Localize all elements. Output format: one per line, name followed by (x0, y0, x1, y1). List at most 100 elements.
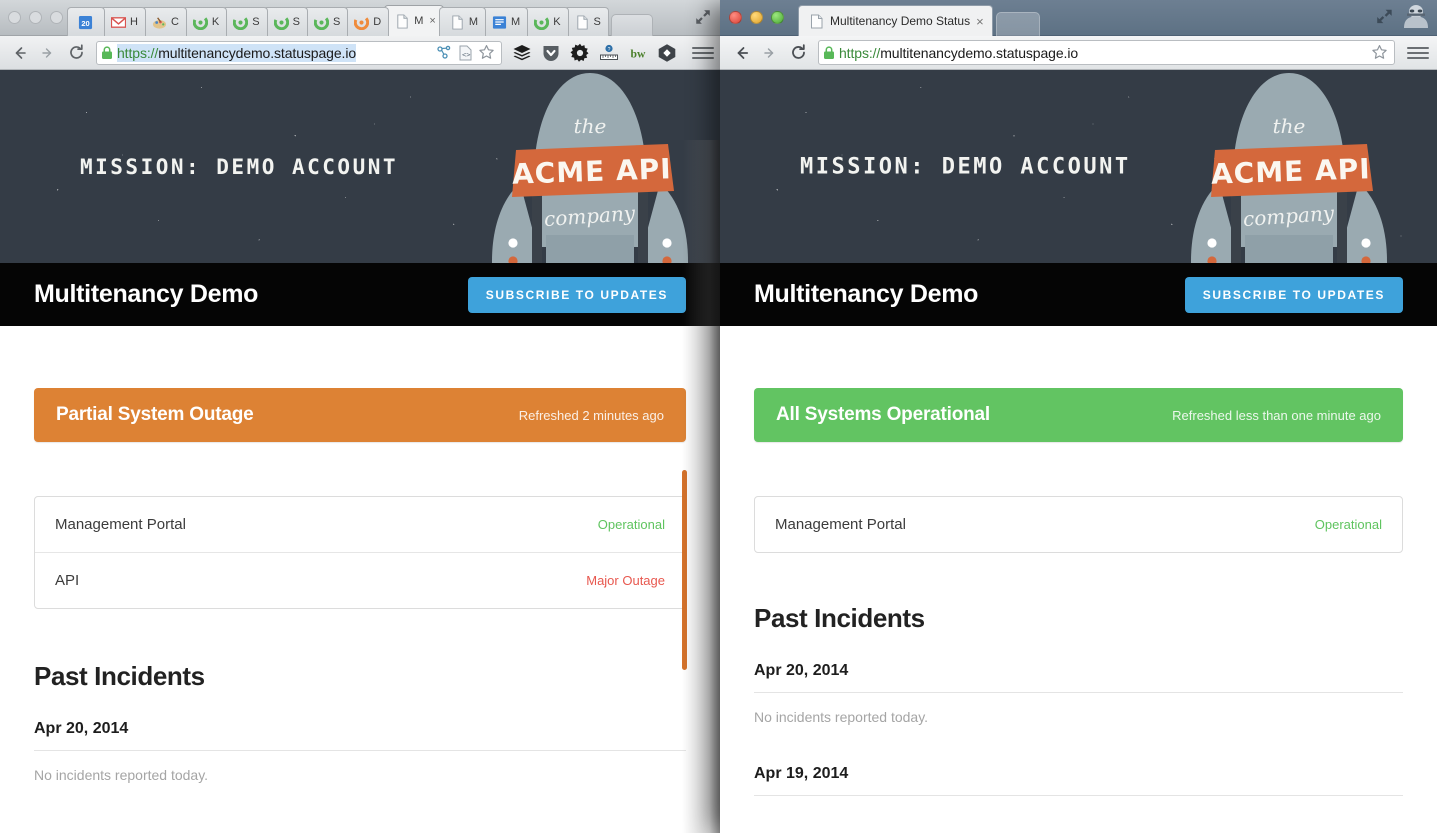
right-address-bar[interactable]: https://multitenancydemo.statuspage.io (818, 40, 1395, 65)
tab-label: K (211, 16, 220, 28)
tab-close-icon[interactable]: × (976, 14, 984, 29)
incident-date: Apr 20, 2014 (754, 662, 1403, 693)
left-scrollbar-thumb[interactable] (682, 470, 687, 670)
svg-text:the: the (1273, 114, 1306, 138)
new-tab-button[interactable] (995, 12, 1040, 36)
left-rocket-logo: the ACME API company (492, 73, 688, 263)
left-browser-window: 20 H C K S S S D M × M M K S https://multitenancy (0, 0, 720, 833)
tab-label: M (414, 15, 424, 27)
left-tabs-container[interactable]: 20 H C K S S S D M × M M K S (67, 0, 653, 36)
bw-icon[interactable]: bw (628, 43, 648, 63)
browser-tab[interactable]: M (438, 7, 487, 36)
browser-tab[interactable]: S (222, 7, 268, 36)
fullscreen-icon[interactable] (694, 8, 712, 26)
browser-tab[interactable]: K (523, 7, 569, 36)
close-window-button[interactable] (8, 11, 21, 24)
left-subscribe-button[interactable]: Subscribe to Updates (467, 276, 686, 313)
right-tab-strip: Multitenancy Demo Status × (720, 0, 1437, 36)
reload-button[interactable] (62, 40, 90, 66)
right-toolbar: https://multitenancydemo.statuspage.io (720, 36, 1437, 70)
graph-icon[interactable] (436, 44, 453, 61)
statuspage-orange-icon (354, 14, 370, 30)
new-tab-button[interactable] (610, 14, 653, 36)
incognito-icon[interactable] (1401, 4, 1431, 30)
right-incidents-list: Apr 20, 2014 No incidents reported today.… (754, 662, 1403, 796)
left-address-bar[interactable]: https://multitenancydemo.statuspage.io <… (96, 40, 502, 65)
back-button[interactable] (6, 40, 34, 66)
right-window-controls[interactable] (729, 11, 784, 24)
layers-icon[interactable] (512, 43, 532, 63)
shield-down-icon[interactable] (541, 43, 561, 63)
bookmark-star-icon[interactable] (1371, 44, 1388, 61)
back-button[interactable] (728, 40, 756, 66)
forward-button[interactable] (34, 40, 62, 66)
browser-tab[interactable]: S (262, 7, 308, 36)
right-content: All Systems Operational Refreshed less t… (720, 326, 1437, 796)
left-content: Partial System Outage Refreshed 2 minute… (0, 326, 720, 783)
component-row[interactable]: Management Portal Operational (755, 497, 1402, 552)
bookmark-star-icon[interactable] (478, 44, 495, 61)
tab-title: Multitenancy Demo Status (830, 14, 971, 28)
maximize-window-button[interactable] (50, 11, 63, 24)
maximize-window-button[interactable] (771, 11, 784, 24)
browser-tab[interactable]: D (343, 7, 390, 36)
right-incidents-heading: Past Incidents (754, 603, 925, 633)
component-row[interactable]: API Major Outage (35, 552, 685, 608)
browser-tab[interactable]: S (563, 7, 609, 36)
close-window-button[interactable] (729, 11, 742, 24)
statuspage-icon (534, 14, 550, 30)
browser-tab[interactable]: M × (384, 5, 444, 36)
tab-label: S (252, 16, 260, 28)
chrome-menu-button[interactable] (1407, 43, 1429, 63)
ruler-measure-icon[interactable]: ? (599, 43, 619, 63)
calendar-20-icon: 20 (78, 15, 93, 29)
svg-text:20: 20 (81, 18, 89, 27)
blank-page-icon (397, 13, 408, 29)
incident-body: No incidents reported today. (754, 709, 929, 725)
svg-text:<>: <> (462, 51, 470, 59)
left-page: MISSION: DEMO ACCOUNT the ACME API compa… (0, 70, 720, 833)
browser-tab[interactable]: K (181, 7, 228, 36)
tab-multitenancy-demo-status[interactable]: Multitenancy Demo Status × (798, 5, 993, 36)
tab-label: H (130, 16, 138, 28)
left-window-controls[interactable] (8, 11, 63, 24)
browser-tab[interactable]: C (140, 7, 187, 36)
component-status: Operational (1314, 517, 1382, 532)
left-status-title: Partial System Outage (56, 404, 254, 425)
right-status-banner: All Systems Operational Refreshed less t… (754, 388, 1403, 442)
url-host: multitenancydemo.statuspage.io (880, 44, 1079, 61)
right-subscribe-button[interactable]: Subscribe to Updates (1184, 276, 1403, 313)
incident-day: Apr 19, 2014 (754, 765, 1403, 796)
left-components-list: Management Portal Operational API Major Out… (34, 496, 686, 609)
reload-button[interactable] (784, 40, 812, 66)
left-incidents-list: Apr 20, 2014 No incidents reported today. (34, 720, 686, 783)
statuspage-icon (273, 14, 289, 30)
fullscreen-icon[interactable] (1375, 7, 1395, 27)
gear-icon[interactable] (570, 43, 590, 63)
browser-tab[interactable]: H (100, 7, 146, 36)
left-mission-text: MISSION: DEMO ACCOUNT (80, 154, 399, 179)
right-hero-banner: MISSION: DEMO ACCOUNT the ACME API compa… (720, 70, 1437, 263)
minimize-window-button[interactable] (29, 11, 42, 24)
right-site-header: Multitenancy Demo Subscribe to Updates (720, 263, 1437, 326)
component-status: Operational (597, 517, 665, 532)
diamond-icon[interactable] (657, 43, 677, 63)
tab-close-icon[interactable]: × (429, 15, 435, 27)
tab-label: K (553, 16, 561, 28)
component-row[interactable]: Management Portal Operational (35, 497, 685, 552)
chrome-menu-button[interactable] (692, 43, 714, 63)
right-status-refreshed: Refreshed less than one minute ago (1172, 407, 1381, 423)
browser-tab[interactable]: M (481, 7, 529, 36)
component-status: Major Outage (586, 573, 665, 588)
tab-label: D (373, 16, 382, 28)
browser-tab[interactable]: S (302, 7, 349, 36)
left-hero-banner: MISSION: DEMO ACCOUNT the ACME API compa… (0, 70, 720, 263)
minimize-window-button[interactable] (750, 11, 763, 24)
browser-tab[interactable]: 20 (67, 7, 105, 36)
palette-icon (152, 16, 167, 29)
forward-button[interactable] (756, 40, 784, 66)
code-page-icon[interactable]: <> (458, 45, 473, 61)
right-tabs-container[interactable]: Multitenancy Demo Status × (798, 5, 1040, 36)
tab-label: S (593, 16, 601, 28)
svg-text:the: the (574, 114, 607, 138)
